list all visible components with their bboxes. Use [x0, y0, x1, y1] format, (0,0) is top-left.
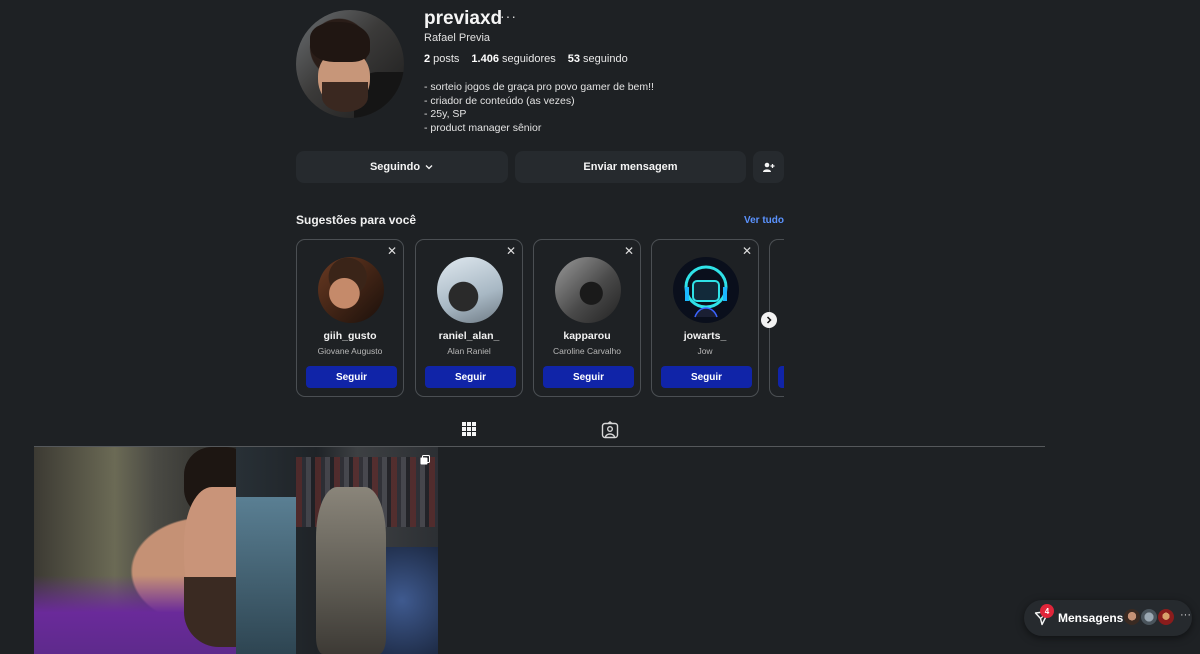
more-icon: ··· — [1180, 609, 1191, 621]
next-arrow-button[interactable] — [761, 312, 777, 328]
profile-avatar[interactable] — [296, 10, 404, 118]
dismiss-icon[interactable]: ✕ — [506, 244, 516, 258]
chevron-right-icon — [766, 316, 772, 324]
profile-stats: 2 posts 1.406 seguidores 53 seguindo — [424, 53, 628, 65]
send-message-button[interactable]: Enviar mensagem — [515, 151, 746, 183]
messages-bar[interactable]: 4 Mensagens ··· — [1024, 600, 1192, 636]
suggestion-avatar[interactable] — [673, 257, 739, 323]
multiple-photos-icon — [420, 455, 430, 465]
suggestion-username[interactable]: kapparou — [534, 330, 640, 342]
suggestion-card: ✕ kapparou Caroline Carvalho Seguir — [533, 239, 641, 397]
bio-line: - 25y, SP — [424, 108, 467, 120]
suggestion-card: ✕ jowarts_ Jow Seguir — [651, 239, 759, 397]
chevron-down-icon — [425, 165, 433, 170]
suggestions-title: Sugestões para você — [296, 213, 417, 227]
suggestion-avatar[interactable] — [437, 257, 503, 323]
dismiss-icon[interactable]: ✕ — [624, 244, 634, 258]
avatar — [1157, 608, 1175, 626]
unread-badge: 4 — [1040, 604, 1054, 618]
dismiss-icon[interactable]: ✕ — [387, 244, 397, 258]
avatar — [1140, 608, 1158, 626]
bio-line: - criador de conteúdo (as vezes) — [424, 94, 575, 107]
follow-button[interactable]: Seguir — [543, 366, 634, 388]
profile-username: previaxd — [424, 8, 503, 29]
follow-button[interactable]: Seguir — [306, 366, 397, 388]
avatar — [1123, 608, 1141, 626]
followers-stat[interactable]: 1.406 seguidores — [471, 53, 555, 65]
follow-button[interactable]: Seguir — [661, 366, 752, 388]
tagged-icon[interactable] — [601, 421, 619, 439]
more-options-icon[interactable]: ··· — [500, 8, 517, 24]
add-user-button[interactable] — [753, 151, 784, 183]
suggestion-avatar[interactable] — [318, 257, 384, 323]
grid-icon[interactable] — [462, 422, 476, 436]
add-user-icon — [763, 162, 775, 172]
dismiss-icon[interactable]: ✕ — [742, 244, 752, 258]
post-thumbnail[interactable] — [236, 447, 438, 654]
profile-full-name: Rafael Previa — [424, 32, 491, 44]
post-thumbnail[interactable] — [34, 447, 236, 654]
posts-stat: 2 posts — [424, 53, 460, 65]
following-stat[interactable]: 53 seguindo — [568, 53, 628, 65]
suggestion-name: Caroline Carvalho — [552, 346, 622, 356]
see-all-link[interactable]: Ver tudo — [744, 215, 784, 226]
suggestion-card: ✕ giih_gusto Giovane Augusto Seguir — [296, 239, 404, 397]
messages-label: Mensagens — [1058, 611, 1124, 625]
follow-button[interactable] — [778, 366, 784, 388]
suggestion-name: Jow — [697, 346, 713, 356]
follow-button[interactable]: Seguir — [425, 366, 516, 388]
suggestion-card: ✕ raniel_alan_ Alan Raniel Seguir — [415, 239, 523, 397]
profile-bio: - sorteio jogos de graça pro povo gamer … — [424, 81, 654, 135]
following-button[interactable]: Seguindo — [296, 151, 508, 183]
suggestion-name: Giovane Augusto — [317, 346, 383, 356]
bio-line: - sorteio jogos de graça pro povo gamer … — [424, 81, 654, 93]
suggestion-username[interactable]: jowarts_ — [652, 330, 758, 342]
bio-line: - product manager sênior — [424, 121, 542, 134]
suggestion-username[interactable]: giih_gusto — [297, 330, 403, 342]
suggestion-avatar[interactable] — [555, 257, 621, 323]
suggestion-name: Alan Raniel — [447, 346, 491, 356]
suggestion-username[interactable]: raniel_alan_ — [416, 330, 522, 342]
